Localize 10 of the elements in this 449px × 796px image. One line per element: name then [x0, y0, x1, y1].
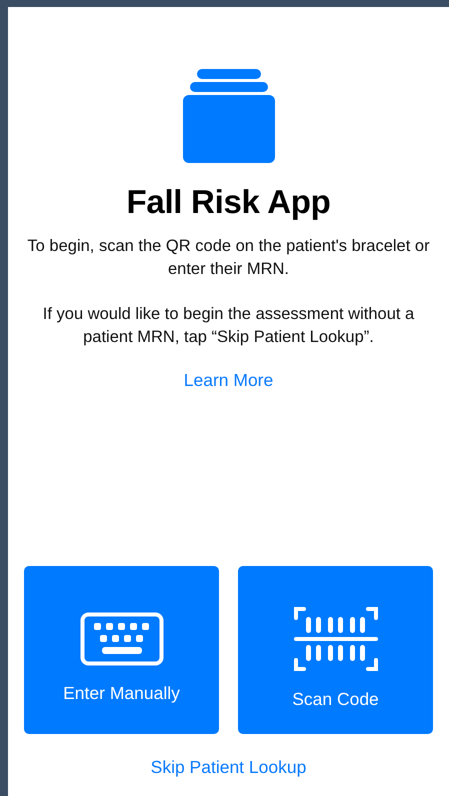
enter-manually-button[interactable]: Enter Manually	[24, 566, 219, 734]
instruction-text: If you would like to begin the assessment without a patient MRN, tap “Skip Patient Lookup”.	[42, 304, 416, 348]
keyboard-icon	[80, 612, 164, 666]
barcode-scan-icon	[294, 606, 378, 672]
instruction-text: To begin, scan the QR code on the patient's bracelet or enter their MRN.	[26, 236, 431, 280]
skip-patient-lookup-link[interactable]: Skip Patient Lookup	[150, 754, 306, 780]
learn-more-link[interactable]: Learn More	[184, 366, 274, 393]
stack-icon	[182, 69, 274, 163]
scan-code-button[interactable]: Scan Code	[238, 566, 433, 734]
app-title: Fall Risk App	[126, 182, 330, 222]
